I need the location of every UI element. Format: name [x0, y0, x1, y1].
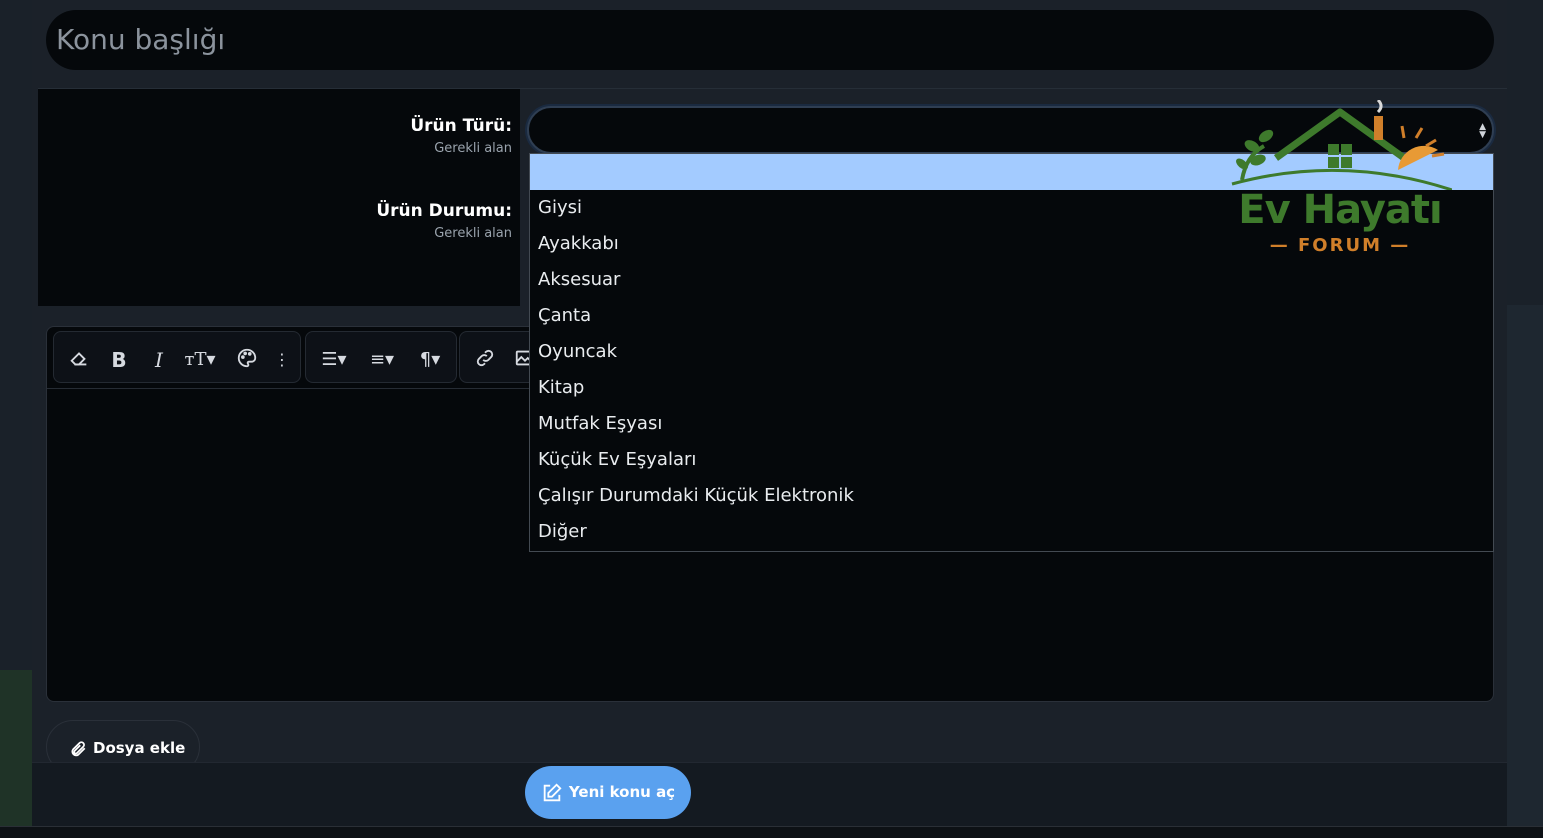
edit-icon: [543, 782, 562, 801]
product-condition-required-hint: Gerekli alan: [434, 226, 512, 241]
post-thread-label: Yeni konu aç: [568, 783, 676, 801]
dropdown-option[interactable]: Aksesuar: [530, 262, 1493, 298]
italic-icon[interactable]: I: [146, 347, 172, 373]
dropdown-option[interactable]: Küçük Ev Eşyaları: [530, 442, 1493, 478]
dropdown-option[interactable]: Mutfak Eşyası: [530, 406, 1493, 442]
bold-icon[interactable]: B: [106, 347, 132, 373]
dropdown-option[interactable]: Çanta: [530, 298, 1493, 334]
dropdown-option[interactable]: Diğer: [530, 514, 1493, 550]
post-thread-button[interactable]: Yeni konu aç: [525, 766, 691, 819]
house-logo-icon: [1231, 98, 1453, 192]
attach-files-label: Dosya ekle: [93, 739, 186, 757]
bottom-bar: [0, 826, 1543, 838]
ev-hayati-logo: Ev Hayatı — FORUM —: [1228, 98, 1453, 262]
logo-title: Ev Hayatı: [1238, 187, 1442, 233]
product-condition-label: Ürün Durumu:: [376, 201, 512, 221]
product-type-required-hint: Gerekli alan: [434, 141, 512, 156]
list-icon[interactable]: ☰▾: [314, 347, 354, 373]
toolbar-group-paragraph: ☰▾ ≡▾ ¶▾: [305, 331, 457, 383]
custom-fields-labels: Ürün Türü: Gerekli alan Ürün Durumu: Ger…: [38, 89, 520, 306]
dropdown-option[interactable]: Çalışır Durumdaki Küçük Elektronik: [530, 478, 1493, 514]
paperclip-icon: [71, 740, 86, 756]
logo-subtitle: — FORUM —: [1269, 235, 1411, 256]
link-icon[interactable]: [472, 347, 498, 373]
thread-title-input[interactable]: Konu başlığı: [46, 10, 1494, 70]
text-size-icon[interactable]: ᴛT▾: [178, 347, 222, 373]
toolbar-group-text: B I ᴛT▾ ⋮: [53, 331, 301, 383]
dropdown-option[interactable]: Oyuncak: [530, 334, 1493, 370]
dropdown-option[interactable]: Kitap: [530, 370, 1493, 406]
paragraph-icon[interactable]: ¶▾: [410, 347, 450, 373]
page-background-accent: [0, 670, 32, 838]
product-type-label: Ürün Türü:: [410, 116, 512, 136]
form-footer: [32, 762, 1507, 826]
select-arrows-icon: ▲ ▼: [1479, 122, 1486, 140]
eraser-icon[interactable]: [66, 347, 92, 373]
align-icon[interactable]: ≡▾: [362, 347, 402, 373]
page-background-stripe: [1507, 305, 1543, 838]
palette-icon[interactable]: [234, 347, 260, 373]
more-icon[interactable]: ⋮: [274, 347, 290, 373]
